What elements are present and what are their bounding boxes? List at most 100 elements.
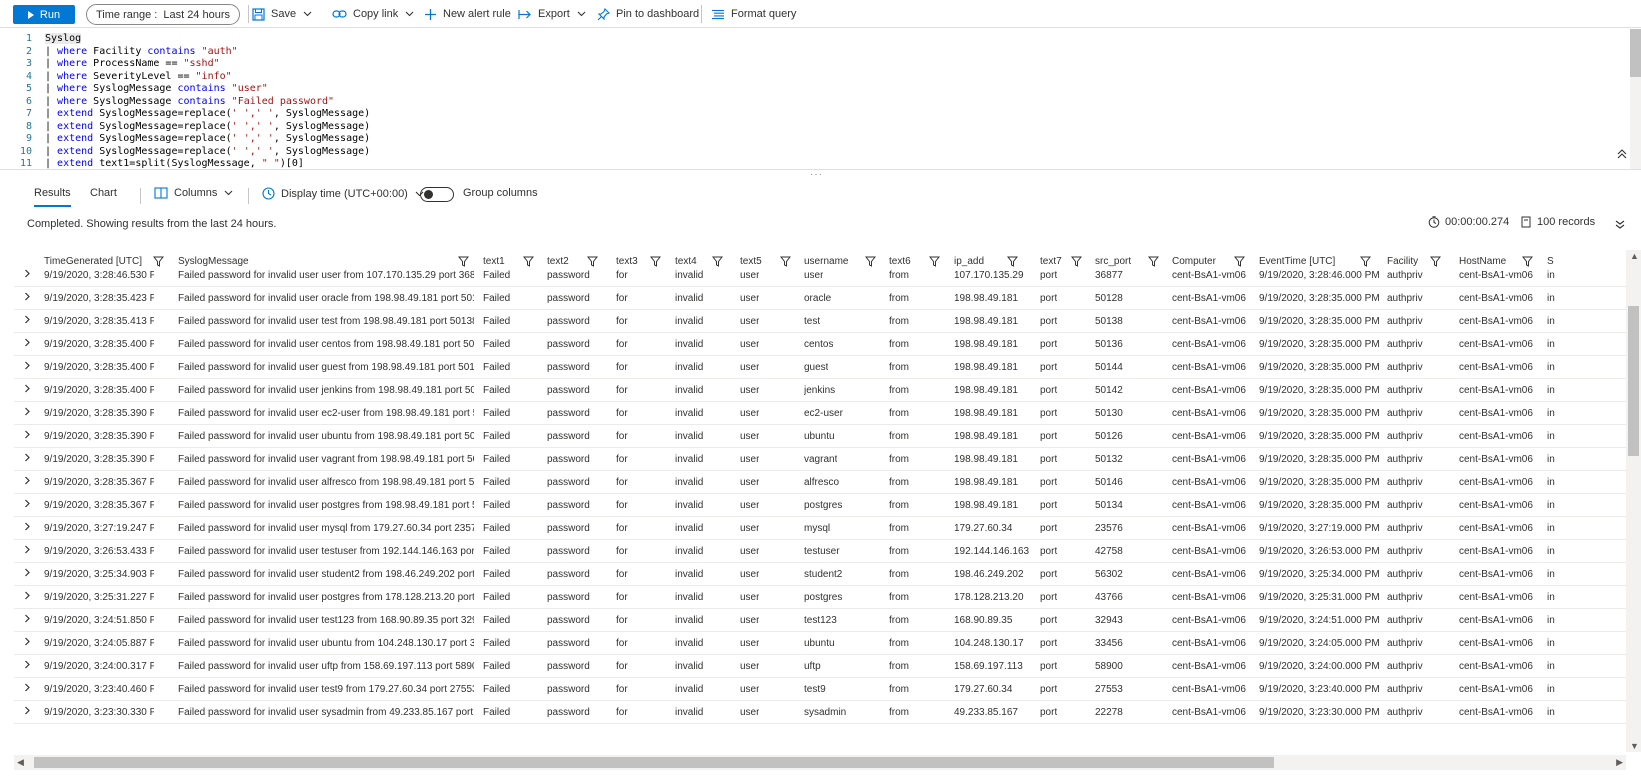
chevron-right-icon[interactable] [24, 591, 31, 600]
pin-label: Pin to dashboard [616, 8, 700, 20]
tab-chart[interactable]: Chart [90, 187, 117, 199]
table-cell: from [889, 339, 909, 350]
table-row[interactable]: 9/19/2020, 3:24:05.887 PM Failed password… [14, 631, 1626, 655]
scroll-right-icon[interactable]: ▶ [1616, 757, 1623, 768]
export-icon [518, 9, 531, 19]
format-query-button[interactable]: Format query [711, 6, 796, 22]
grid-horizontal-scrollbar[interactable]: ◀ ▶ [14, 755, 1626, 770]
scroll-left-icon[interactable]: ◀ [17, 757, 24, 768]
table-cell: authpriv [1387, 523, 1423, 534]
table-row[interactable]: 9/19/2020, 3:27:19.247 PM Failed password… [14, 516, 1626, 540]
chevron-right-icon[interactable] [24, 499, 31, 508]
table-row[interactable]: 9/19/2020, 3:28:35.390 PM Failed password… [14, 447, 1626, 471]
columns-button[interactable]: Columns [154, 187, 233, 199]
line-number: 7 [25, 108, 32, 119]
new-alert-rule-button[interactable]: New alert rule [424, 6, 511, 22]
table-cell: Failed [483, 500, 511, 511]
code-line: 7 | extend SyslogMessage=replace(' ',' ',… [0, 108, 1600, 121]
display-time-button[interactable]: Display time (UTC+00:00) [262, 187, 424, 200]
table-row[interactable]: 9/19/2020, 3:25:34.903 PM Failed password… [14, 562, 1626, 586]
table-row[interactable]: 9/19/2020, 3:24:51.850 PM Failed password… [14, 608, 1626, 632]
table-row[interactable]: 9/19/2020, 3:24:00.317 PM Failed password… [14, 654, 1626, 678]
group-columns-toggle[interactable] [420, 187, 454, 202]
table-cell: invalid [675, 546, 704, 557]
table-row[interactable]: 9/19/2020, 3:28:35.367 PM Failed password… [14, 470, 1626, 494]
table-row[interactable]: 9/19/2020, 3:23:40.460 PM Failed password… [14, 677, 1626, 701]
table-cell: invalid [675, 592, 704, 603]
scroll-down-icon[interactable]: ▼ [1630, 741, 1639, 751]
table-cell: cent-BsA1-vm06 [1172, 362, 1246, 373]
chevron-right-icon[interactable] [24, 614, 31, 623]
chevron-right-icon[interactable] [24, 453, 31, 462]
table-row[interactable]: 9/19/2020, 3:28:35.367 PM Failed password… [14, 493, 1626, 517]
table-row[interactable]: 9/19/2020, 3:28:35.390 PM Failed password… [14, 401, 1626, 425]
chevron-right-icon[interactable] [24, 269, 31, 278]
table-cell: 9/19/2020, 3:28:35.413 PM [44, 316, 154, 327]
export-button[interactable]: Export [518, 6, 592, 22]
editor-scrollbar[interactable] [1630, 29, 1641, 169]
scroll-up-icon[interactable]: ▲ [1630, 251, 1639, 261]
pin-to-dashboard-button[interactable]: Pin to dashboard [597, 6, 699, 22]
grid-horizontal-scrollbar-thumb[interactable] [34, 757, 1274, 768]
table-row[interactable]: 9/19/2020, 3:28:35.423 PM Failed password… [14, 286, 1626, 310]
chevron-right-icon[interactable] [24, 384, 31, 393]
table-cell: invalid [675, 431, 704, 442]
chevron-right-icon[interactable] [24, 315, 31, 324]
table-cell: ec2-user [804, 408, 843, 419]
tab-results[interactable]: Results [34, 187, 71, 207]
table-cell: user [740, 385, 760, 396]
chevron-right-icon[interactable] [24, 407, 31, 416]
grid-vertical-scrollbar-thumb[interactable] [1628, 306, 1639, 456]
collapse-editor-icon[interactable] [1617, 149, 1627, 159]
table-cell: port [1040, 293, 1058, 304]
chevron-right-icon[interactable] [24, 637, 31, 646]
table-cell: password [547, 500, 590, 511]
table-cell: Failed password for invalid user postgre… [178, 500, 474, 511]
table-cell: 9/19/2020, 3:28:46.530 PM [44, 270, 154, 281]
chevron-right-icon[interactable] [24, 568, 31, 577]
chevron-right-icon[interactable] [24, 706, 31, 715]
code-line: 1 Syslog [0, 33, 1600, 46]
table-cell: user [740, 408, 760, 419]
table-cell: 198.98.49.181 [954, 339, 1018, 350]
table-cell: 50128 [1095, 293, 1123, 304]
table-cell: cent-BsA1-vm06 [1172, 454, 1246, 465]
save-button[interactable]: Save [252, 6, 318, 22]
table-row[interactable]: 9/19/2020, 3:25:31.227 PM Failed password… [14, 585, 1626, 609]
chevron-right-icon[interactable] [24, 292, 31, 301]
table-row[interactable]: 9/19/2020, 3:28:46.530 PM Failed password… [14, 263, 1626, 287]
query-editor[interactable]: 1 Syslog 2 | where Facility contains "auth… [0, 29, 1641, 170]
table-row[interactable]: 9/19/2020, 3:28:35.413 PM Failed password… [14, 309, 1626, 333]
table-cell: for [616, 454, 628, 465]
table-cell: jenkins [804, 385, 836, 396]
splitter-handle-icon[interactable]: ··· [810, 169, 823, 180]
chevron-right-icon[interactable] [24, 430, 31, 439]
table-row[interactable]: 9/19/2020, 3:28:35.400 PM Failed password… [14, 332, 1626, 356]
table-cell: in [1547, 431, 1555, 442]
chevron-right-icon[interactable] [24, 522, 31, 531]
run-button[interactable]: Run [13, 5, 75, 24]
copy-link-button[interactable]: Copy link [332, 6, 420, 22]
chevron-right-icon[interactable] [24, 476, 31, 485]
grid-vertical-scrollbar[interactable]: ▲ ▼ [1626, 250, 1641, 752]
chevron-right-icon[interactable] [24, 683, 31, 692]
editor-scrollbar-thumb[interactable] [1630, 29, 1641, 77]
chevron-right-icon[interactable] [24, 660, 31, 669]
toolbar-divider [248, 5, 249, 23]
time-range-picker[interactable]: Time range : Last 24 hours [86, 4, 240, 25]
table-cell: 9/19/2020, 3:24:05.887 PM [44, 638, 154, 649]
table-cell: cent-BsA1-vm06 [1459, 707, 1533, 718]
table-row[interactable]: 9/19/2020, 3:26:53.433 PM Failed password… [14, 539, 1626, 563]
chevron-right-icon[interactable] [24, 338, 31, 347]
chevron-right-icon[interactable] [24, 545, 31, 554]
table-cell: 9/19/2020, 3:23:30.000 PM [1259, 707, 1380, 718]
table-row[interactable]: 9/19/2020, 3:28:35.390 PM Failed password… [14, 424, 1626, 448]
table-cell: test123 [804, 615, 837, 626]
expand-all-icon[interactable] [1615, 220, 1625, 229]
table-cell: for [616, 477, 628, 488]
table-row[interactable]: 9/19/2020, 3:28:35.400 PM Failed password… [14, 378, 1626, 402]
table-cell: password [547, 569, 590, 580]
table-row[interactable]: 9/19/2020, 3:23:30.330 PM Failed password… [14, 700, 1626, 724]
table-row[interactable]: 9/19/2020, 3:28:35.400 PM Failed password… [14, 355, 1626, 379]
chevron-right-icon[interactable] [24, 361, 31, 370]
